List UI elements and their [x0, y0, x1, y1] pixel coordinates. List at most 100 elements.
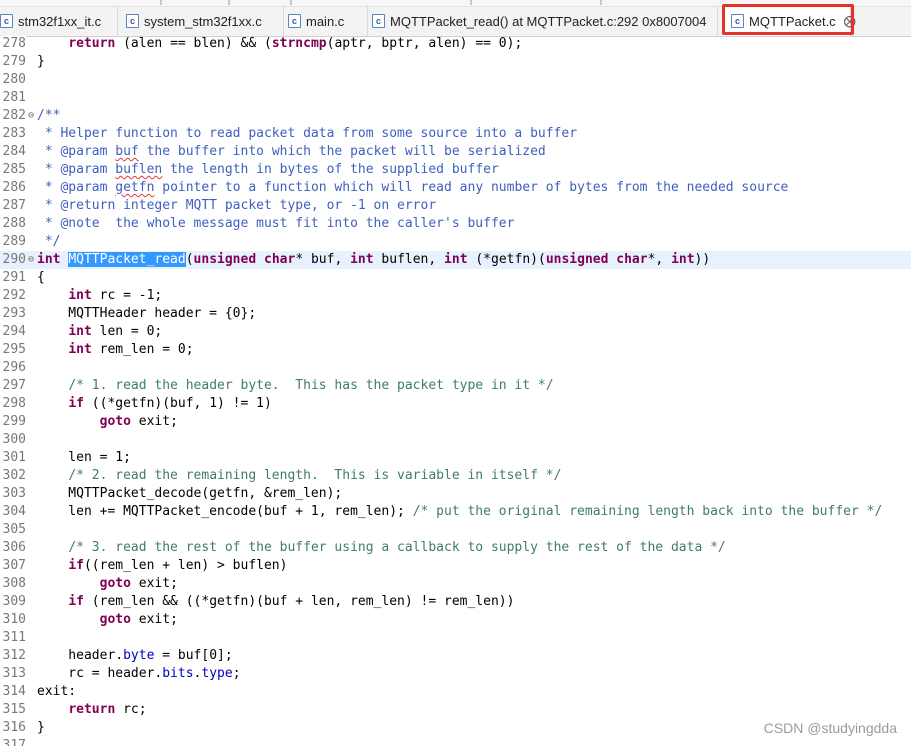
code-line[interactable]: 302 /* 2. read the remaining length. Thi…	[0, 467, 911, 485]
line-number: 300	[0, 431, 26, 449]
doc-comment-token: /**	[37, 108, 61, 123]
keyword-token: int	[444, 252, 468, 267]
fold-toggle-icon[interactable]: ⊖	[26, 107, 36, 125]
code-line[interactable]: 288 * @note the whole message must fit i…	[0, 215, 911, 233]
line-number: 279	[0, 53, 26, 71]
code-line[interactable]: 314 exit:	[0, 683, 911, 701]
code-text: int rc = -1;	[37, 287, 162, 305]
code-text: MQTTHeader header = {0};	[37, 305, 256, 323]
line-number: 297	[0, 377, 26, 395]
code-line[interactable]: 283 * Helper function to read packet dat…	[0, 125, 911, 143]
code-line[interactable]: 279}	[0, 53, 911, 71]
line-number: 290	[0, 251, 26, 269]
code-text: int MQTTPacket_read(unsigned char* buf, …	[37, 251, 710, 269]
line-number: 307	[0, 557, 26, 575]
code-line[interactable]: 309 if (rem_len && ((*getfn)(buf + len, …	[0, 593, 911, 611]
tab-main[interactable]: c main.c	[284, 6, 368, 36]
toolbar-separator	[290, 0, 292, 5]
field-token: type	[201, 666, 233, 681]
code-line[interactable]: 286 * @param getfn pointer to a function…	[0, 179, 911, 197]
code-line[interactable]: 285 * @param buflen the length in bytes …	[0, 161, 911, 179]
keyword-token: char	[264, 252, 296, 267]
toolbar-separator	[470, 0, 472, 5]
line-number: 283	[0, 125, 26, 143]
code-line[interactable]: 282 ⊖/**	[0, 107, 911, 125]
tab-stm32f1xx-it[interactable]: c stm32f1xx_it.c	[0, 6, 118, 36]
line-number: 303	[0, 485, 26, 503]
code-token: rem_len = 0;	[91, 342, 194, 357]
code-line[interactable]: 293 MQTTHeader header = {0};	[0, 305, 911, 323]
code-token: (rem_len && ((*getfn)(buf + len, rem_len…	[83, 594, 515, 609]
tab-mqttpacket-read-debug[interactable]: c MQTTPacket_read() at MQTTPacket.c:292 …	[368, 6, 718, 36]
code-line[interactable]: 313 rc = header.bits.type;	[0, 665, 911, 683]
code-line[interactable]: 312 header.byte = buf[0];	[0, 647, 911, 665]
code-line[interactable]: 278 return (alen == blen) && (strncmp(ap…	[0, 36, 911, 53]
code-line[interactable]: 281	[0, 89, 911, 107]
code-line[interactable]: 301 len = 1;	[0, 449, 911, 467]
comment-token: /* 3. read the rest of the buffer using …	[68, 540, 726, 555]
code-line-current[interactable]: 290 ⊖ int MQTTPacket_read(unsigned char* b…	[0, 251, 911, 269]
code-token: (*getfn)(	[467, 252, 546, 267]
code-line[interactable]: 300	[0, 431, 911, 449]
code-text: if((rem_len + len) > buflen)	[37, 557, 287, 575]
doc-comment-token: * @param	[37, 162, 116, 177]
line-number: 287	[0, 197, 26, 215]
code-line[interactable]: 310 goto exit;	[0, 611, 911, 629]
code-token: = buf[0];	[154, 648, 233, 663]
keyword-token: goto	[99, 612, 131, 627]
code-line[interactable]: 304 len += MQTTPacket_encode(buf + 1, re…	[0, 503, 911, 521]
code-line[interactable]: 294 int len = 0;	[0, 323, 911, 341]
code-token: rc = -1;	[91, 288, 163, 303]
line-number: 304	[0, 503, 26, 521]
line-number: 285	[0, 161, 26, 179]
line-number: 308	[0, 575, 26, 593]
code-token: {	[37, 270, 45, 285]
doc-comment-token: getfn	[115, 180, 155, 195]
code-text: * @param buf the buffer into which the p…	[37, 143, 546, 161]
code-line[interactable]: 311	[0, 629, 911, 647]
comment-token: /* 2. read the remaining length. This is…	[68, 468, 562, 483]
tab-label: stm32f1xx_it.c	[18, 13, 102, 29]
code-line[interactable]: 295 int rem_len = 0;	[0, 341, 911, 359]
code-line[interactable]: 317	[0, 737, 911, 746]
code-text: * @param getfn pointer to a function whi…	[37, 179, 789, 197]
code-line[interactable]: 289 */	[0, 233, 911, 251]
code-token: ))	[694, 252, 711, 267]
code-line[interactable]: 315 return rc;	[0, 701, 911, 719]
field-token: byte	[123, 648, 155, 663]
code-line[interactable]: 299 goto exit;	[0, 413, 911, 431]
code-line[interactable]: 292 int rc = -1;	[0, 287, 911, 305]
code-line[interactable]: 297 /* 1. read the header byte. This has…	[0, 377, 911, 395]
code-line[interactable]: 307 if((rem_len + len) > buflen)	[0, 557, 911, 575]
fold-toggle-icon[interactable]: ⊖	[26, 251, 36, 269]
code-line[interactable]: 284 * @param buf the buffer into which t…	[0, 143, 911, 161]
code-line[interactable]: 308 goto exit;	[0, 575, 911, 593]
code-text: if (rem_len && ((*getfn)(buf + len, rem_…	[37, 593, 514, 611]
line-number: 315	[0, 701, 26, 719]
tab-system-stm32f1xx[interactable]: c system_stm32f1xx.c	[122, 6, 284, 36]
code-text: * @param buflen the length in bytes of t…	[37, 161, 499, 179]
code-line[interactable]: 298 if ((*getfn)(buf, 1) != 1)	[0, 395, 911, 413]
code-line[interactable]: 296	[0, 359, 911, 377]
code-line[interactable]: 303 MQTTPacket_decode(getfn, &rem_len);	[0, 485, 911, 503]
code-line[interactable]: 291 {	[0, 269, 911, 287]
code-token: header.	[37, 648, 124, 663]
line-number: 281	[0, 89, 26, 107]
code-token: *,	[647, 252, 672, 267]
keyword-token: if	[68, 594, 84, 609]
code-token: }	[37, 54, 45, 69]
code-line[interactable]: 280	[0, 71, 911, 89]
code-line[interactable]: 287 * @return integer MQTT packet type, …	[0, 197, 911, 215]
code-editor[interactable]: 278 return (alen == blen) && (strncmp(ap…	[0, 36, 911, 746]
code-line[interactable]: 306 /* 3. read the rest of the buffer us…	[0, 539, 911, 557]
c-file-icon: c	[288, 14, 301, 28]
code-text: goto exit;	[37, 575, 178, 593]
code-line[interactable]: 305	[0, 521, 911, 539]
